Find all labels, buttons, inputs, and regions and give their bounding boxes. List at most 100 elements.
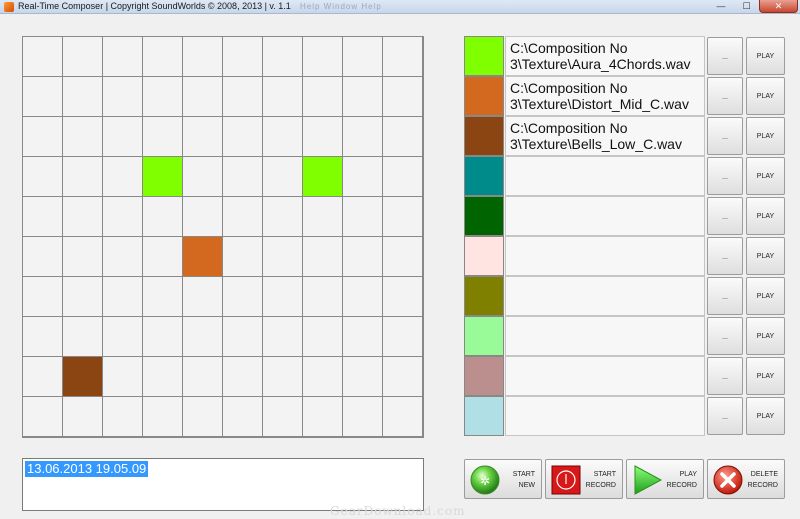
- grid-cell[interactable]: [103, 37, 142, 76]
- grid-cell[interactable]: [343, 237, 382, 276]
- browse-button[interactable]: ...: [707, 317, 743, 355]
- grid-cell[interactable]: [343, 77, 382, 116]
- grid-cell[interactable]: [143, 157, 182, 196]
- sample-path-field[interactable]: [505, 356, 705, 396]
- grid-cell[interactable]: [263, 157, 302, 196]
- grid-cell[interactable]: [143, 117, 182, 156]
- color-swatch[interactable]: [464, 196, 504, 236]
- grid-cell[interactable]: [303, 277, 342, 316]
- grid-cell[interactable]: [343, 37, 382, 76]
- grid-cell[interactable]: [103, 317, 142, 356]
- grid-cell[interactable]: [303, 77, 342, 116]
- browse-button[interactable]: ...: [707, 357, 743, 395]
- grid-cell[interactable]: [303, 197, 342, 236]
- grid-cell[interactable]: [383, 77, 422, 116]
- grid-cell[interactable]: [103, 237, 142, 276]
- grid-cell[interactable]: [223, 157, 262, 196]
- grid-cell[interactable]: [103, 77, 142, 116]
- color-swatch[interactable]: [464, 116, 504, 156]
- grid-cell[interactable]: [63, 317, 102, 356]
- minimize-button[interactable]: —: [708, 0, 734, 13]
- grid-cell[interactable]: [143, 37, 182, 76]
- play-sample-button[interactable]: PLAY: [746, 397, 785, 435]
- play-record-button[interactable]: PLAY RECORD: [626, 459, 704, 499]
- delete-record-button[interactable]: DELETE RECORD: [707, 459, 785, 499]
- grid-cell[interactable]: [343, 357, 382, 396]
- grid-cell[interactable]: [223, 117, 262, 156]
- grid-cell[interactable]: [183, 277, 222, 316]
- grid-cell[interactable]: [383, 317, 422, 356]
- grid-cell[interactable]: [103, 117, 142, 156]
- grid-cell[interactable]: [63, 157, 102, 196]
- color-swatch[interactable]: [464, 76, 504, 116]
- browse-button[interactable]: ...: [707, 157, 743, 195]
- grid-cell[interactable]: [343, 117, 382, 156]
- grid-cell[interactable]: [63, 397, 102, 436]
- color-swatch[interactable]: [464, 236, 504, 276]
- grid-cell[interactable]: [103, 357, 142, 396]
- browse-button[interactable]: ...: [707, 37, 743, 75]
- grid-cell[interactable]: [143, 357, 182, 396]
- color-swatch[interactable]: [464, 276, 504, 316]
- grid-cell[interactable]: [23, 77, 62, 116]
- grid-cell[interactable]: [23, 357, 62, 396]
- sample-path-field[interactable]: [505, 236, 705, 276]
- grid-cell[interactable]: [223, 357, 262, 396]
- grid-cell[interactable]: [183, 157, 222, 196]
- grid-cell[interactable]: [343, 317, 382, 356]
- sample-path-field[interactable]: [505, 396, 705, 436]
- grid-cell[interactable]: [383, 397, 422, 436]
- color-swatch[interactable]: [464, 36, 504, 76]
- grid-cell[interactable]: [23, 237, 62, 276]
- start-record-button[interactable]: START RECORD: [545, 459, 623, 499]
- grid-cell[interactable]: [23, 277, 62, 316]
- grid-cell[interactable]: [383, 277, 422, 316]
- grid-cell[interactable]: [303, 317, 342, 356]
- color-swatch[interactable]: [464, 356, 504, 396]
- browse-button[interactable]: ...: [707, 77, 743, 115]
- grid-cell[interactable]: [383, 237, 422, 276]
- grid-cell[interactable]: [343, 277, 382, 316]
- browse-button[interactable]: ...: [707, 197, 743, 235]
- grid-cell[interactable]: [263, 77, 302, 116]
- grid-cell[interactable]: [263, 237, 302, 276]
- grid-cell[interactable]: [223, 197, 262, 236]
- grid-cell[interactable]: [183, 77, 222, 116]
- grid-cell[interactable]: [63, 237, 102, 276]
- grid-cell[interactable]: [23, 157, 62, 196]
- grid-cell[interactable]: [63, 37, 102, 76]
- grid-cell[interactable]: [263, 317, 302, 356]
- grid-cell[interactable]: [263, 357, 302, 396]
- grid-cell[interactable]: [103, 277, 142, 316]
- play-sample-button[interactable]: PLAY: [746, 357, 785, 395]
- start-new-button[interactable]: ✲ START NEW: [464, 459, 542, 499]
- grid-cell[interactable]: [103, 157, 142, 196]
- grid-cell[interactable]: [383, 357, 422, 396]
- grid-cell[interactable]: [143, 277, 182, 316]
- grid-cell[interactable]: [223, 397, 262, 436]
- close-button[interactable]: ✕: [759, 0, 798, 13]
- sample-path-field[interactable]: C:\Composition No 3\Texture\Aura_4Chords…: [505, 36, 705, 76]
- grid-cell[interactable]: [223, 317, 262, 356]
- color-swatch[interactable]: [464, 396, 504, 436]
- sample-path-field[interactable]: [505, 156, 705, 196]
- color-swatch[interactable]: [464, 156, 504, 196]
- grid-cell[interactable]: [103, 197, 142, 236]
- grid-cell[interactable]: [383, 157, 422, 196]
- grid-cell[interactable]: [143, 237, 182, 276]
- grid-cell[interactable]: [383, 37, 422, 76]
- grid-cell[interactable]: [23, 397, 62, 436]
- grid-cell[interactable]: [103, 397, 142, 436]
- grid-cell[interactable]: [183, 317, 222, 356]
- grid-cell[interactable]: [263, 277, 302, 316]
- grid-cell[interactable]: [223, 277, 262, 316]
- grid-cell[interactable]: [343, 197, 382, 236]
- grid-cell[interactable]: [23, 317, 62, 356]
- sample-path-field[interactable]: [505, 276, 705, 316]
- play-sample-button[interactable]: PLAY: [746, 197, 785, 235]
- grid-cell[interactable]: [63, 77, 102, 116]
- play-sample-button[interactable]: PLAY: [746, 37, 785, 75]
- grid-cell[interactable]: [63, 197, 102, 236]
- sample-path-field[interactable]: C:\Composition No 3\Texture\Bells_Low_C.…: [505, 116, 705, 156]
- grid-cell[interactable]: [303, 397, 342, 436]
